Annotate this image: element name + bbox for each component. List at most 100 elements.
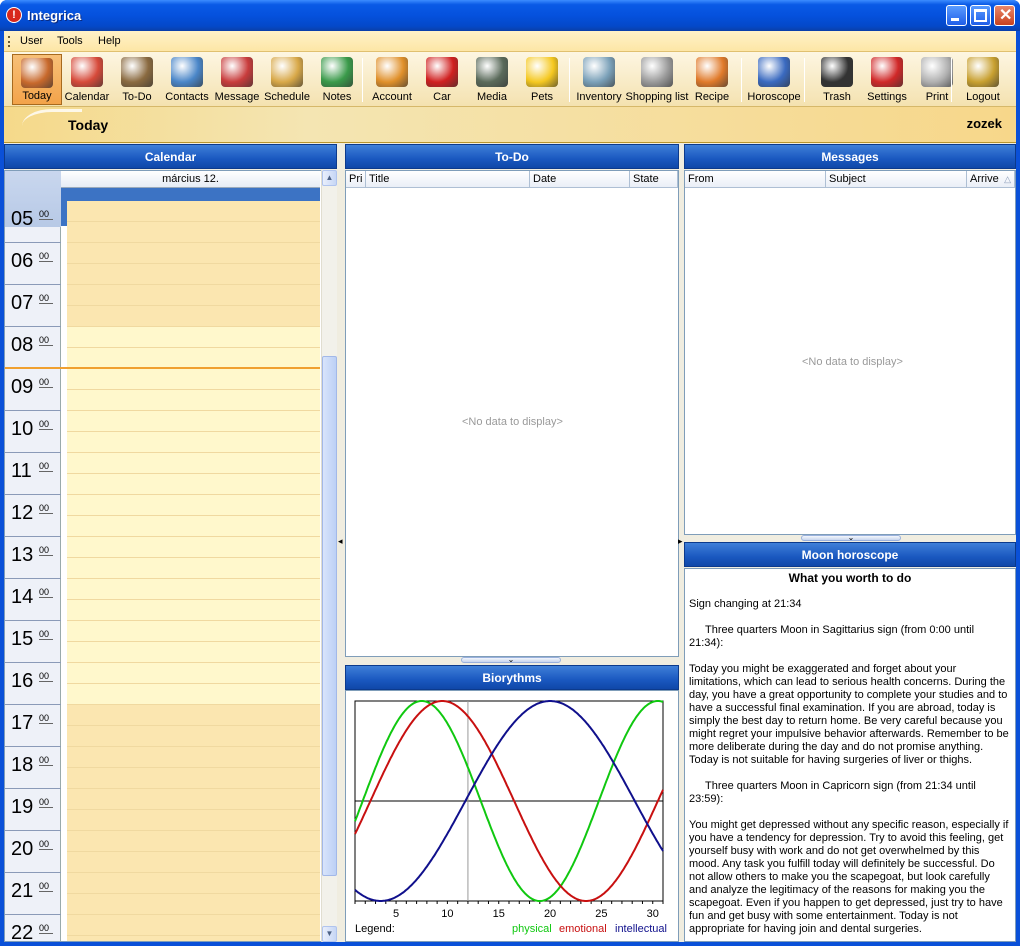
toolbar-contacts-button[interactable]: Contacts [162,54,212,105]
toolbar-schedule-button[interactable]: Schedule [262,54,312,105]
main-toolbar: Today Calendar To-Do Contacts Message Schedul… [4,52,1016,107]
toolbar-media-button[interactable]: Media [467,54,517,105]
minute-label: 00 [39,671,53,682]
day-header[interactable]: március 12. [61,171,320,188]
time-slot[interactable] [67,810,320,831]
time-slot[interactable] [67,621,320,642]
menu-help[interactable]: Help [98,35,121,47]
time-slot[interactable] [67,894,320,915]
time-slot[interactable] [67,285,320,306]
time-slot[interactable] [67,537,320,558]
maximize-icon [974,9,987,22]
time-slot[interactable] [67,789,320,810]
minimize-button[interactable] [946,5,967,26]
toolbar-separator [569,58,570,102]
time-slot[interactable] [67,516,320,537]
menu-grip-icon[interactable] [8,36,10,47]
time-slot[interactable] [67,663,320,684]
app-window: ! Integrica ✕ User Tools Help Today Calen… [0,0,1020,946]
time-slot[interactable] [67,327,320,348]
collapse-right-icon[interactable]: ▸ [678,536,683,547]
time-slot[interactable] [67,936,320,941]
time-slot[interactable] [67,915,320,936]
messages-col-subject[interactable]: Subject [826,171,967,188]
todo-list[interactable]: Pri Title Date State <No data to display… [345,170,679,657]
todo-col-state[interactable]: State [630,171,678,188]
hour-number: 11 [11,460,32,482]
time-slot[interactable] [67,705,320,726]
time-slot[interactable] [67,768,320,789]
toolbar-trash-button[interactable]: Trash [812,54,862,105]
toolbar-to-do-button[interactable]: To-Do [112,54,162,105]
scroll-up-button[interactable]: ▲ [322,170,337,186]
day-view[interactable]: március 12. 05 00 06 00 07 00 08 00 09 00 10 00 11 00… [4,170,322,942]
todo-col-title[interactable]: Title [366,171,530,188]
time-slot[interactable] [67,369,320,390]
time-slot[interactable] [67,348,320,369]
toolbar-pets-button[interactable]: Pets [517,54,567,105]
todo-panel-title: To-Do [345,144,679,169]
time-slot[interactable] [67,873,320,894]
time-slot[interactable] [67,411,320,432]
time-slots[interactable] [5,201,320,941]
messages-col-from[interactable]: From [685,171,826,188]
menu-user[interactable]: User [20,35,43,47]
time-slot[interactable] [67,747,320,768]
todo-col-priority[interactable]: Pri [346,171,366,188]
left-splitter[interactable]: ◂ [337,144,345,942]
time-slot[interactable] [67,390,320,411]
maximize-button[interactable] [970,5,991,26]
time-slot[interactable] [67,474,320,495]
toolbar-today-button[interactable]: Today [12,54,62,105]
scroll-thumb[interactable] [322,356,337,876]
time-slot[interactable] [67,222,320,243]
toolbar-separator [804,58,805,102]
time-slot[interactable] [67,852,320,873]
hour-number: 08 [11,334,34,356]
app-logo-icon[interactable]: ! [6,7,22,23]
time-slot[interactable] [67,453,320,474]
time-slot[interactable] [67,243,320,264]
messages-col-arrive[interactable]: Arrive △ [967,171,1015,188]
todo-splitter-grip[interactable]: ⌄ [461,656,561,664]
toolbar-shopping-list-button[interactable]: Shopping list [624,54,690,105]
toolbar-settings-button[interactable]: Settings [862,54,912,105]
time-slot[interactable] [67,726,320,747]
today-header: Today zozek [4,107,1016,143]
x-tick-label: 10 [441,908,453,920]
close-button[interactable]: ✕ [994,5,1015,26]
toolbar-recipe-button[interactable]: Recipe [687,54,737,105]
time-slot[interactable] [67,306,320,327]
x-tick-label: 5 [393,908,399,920]
time-slot[interactable] [67,201,320,222]
time-slot[interactable] [67,432,320,453]
toolbar-notes-button[interactable]: Notes [312,54,362,105]
messages-splitter-grip[interactable]: ⌄ [801,534,901,542]
minute-label: 00 [39,209,53,220]
calendar-scrollbar[interactable]: ▲ ▼ [321,170,337,942]
todo-col-date[interactable]: Date [530,171,630,188]
time-slot[interactable] [67,558,320,579]
calendar-today-icon [21,58,53,88]
title-bar[interactable]: ! Integrica ✕ [0,0,1020,31]
time-slot[interactable] [67,684,320,705]
toolbar-message-button[interactable]: Message [212,54,262,105]
toolbar-horoscope-button[interactable]: Horoscope [744,54,804,105]
collapse-left-icon[interactable]: ◂ [338,536,343,547]
time-slot[interactable] [67,831,320,852]
toolbar-logout-button[interactable]: Logout [958,54,1008,105]
time-slot[interactable] [67,264,320,285]
toolbar-calendar-button[interactable]: Calendar [62,54,112,105]
time-slot[interactable] [67,642,320,663]
toolbar-print-button[interactable]: Print [912,54,962,105]
scroll-down-button[interactable]: ▼ [322,926,337,942]
time-slot[interactable] [67,579,320,600]
menu-tools[interactable]: Tools [57,35,83,47]
toolbar-account-button[interactable]: Account [367,54,417,105]
time-slot[interactable] [67,600,320,621]
toolbar-car-button[interactable]: Car [417,54,467,105]
messages-list[interactable]: From Subject Arrive △ <No data to displa… [684,170,1016,535]
time-slot[interactable] [67,495,320,516]
hour-label: 08 00 [5,327,61,369]
toolbar-inventory-button[interactable]: Inventory [574,54,624,105]
